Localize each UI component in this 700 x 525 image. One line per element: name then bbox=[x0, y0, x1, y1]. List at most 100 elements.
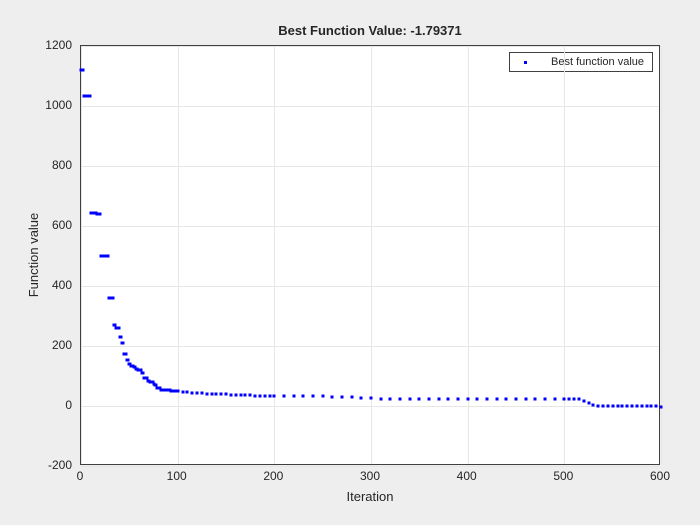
data-point bbox=[606, 405, 609, 408]
data-point bbox=[631, 405, 634, 408]
data-point bbox=[582, 399, 585, 402]
data-point bbox=[418, 397, 421, 400]
data-point bbox=[466, 398, 469, 401]
grid-line-v bbox=[274, 46, 275, 464]
data-point bbox=[437, 397, 440, 400]
data-point bbox=[616, 405, 619, 408]
y-tick-label: 600 bbox=[32, 218, 72, 232]
data-point bbox=[534, 398, 537, 401]
data-point bbox=[370, 397, 373, 400]
x-tick-label: 0 bbox=[77, 469, 84, 483]
data-point bbox=[273, 394, 276, 397]
data-point bbox=[568, 398, 571, 401]
data-point bbox=[254, 394, 257, 397]
x-tick-label: 500 bbox=[553, 469, 573, 483]
x-tick-label: 300 bbox=[360, 469, 380, 483]
data-point bbox=[244, 394, 247, 397]
grid-line-h bbox=[81, 226, 659, 227]
chart-title: Best Function Value: -1.79371 bbox=[278, 23, 462, 38]
data-point bbox=[602, 405, 605, 408]
x-tick-label: 400 bbox=[457, 469, 477, 483]
data-point bbox=[428, 397, 431, 400]
data-point bbox=[229, 393, 232, 396]
data-point bbox=[597, 405, 600, 408]
x-tick-label: 200 bbox=[263, 469, 283, 483]
data-point bbox=[524, 398, 527, 401]
data-point bbox=[650, 405, 653, 408]
grid-line-h bbox=[81, 466, 659, 467]
data-point bbox=[635, 405, 638, 408]
y-tick-label: 1200 bbox=[32, 38, 72, 52]
grid-line-v bbox=[81, 46, 82, 464]
data-point bbox=[592, 404, 595, 407]
data-point bbox=[476, 398, 479, 401]
data-point bbox=[577, 398, 580, 401]
data-point bbox=[191, 391, 194, 394]
data-point bbox=[655, 405, 658, 408]
data-point bbox=[181, 390, 184, 393]
data-point bbox=[176, 390, 179, 393]
data-point bbox=[205, 392, 208, 395]
data-point bbox=[312, 395, 315, 398]
data-point bbox=[117, 327, 120, 330]
grid-line-v bbox=[661, 46, 662, 464]
grid-line-h bbox=[81, 286, 659, 287]
y-tick-label: -200 bbox=[32, 458, 72, 472]
data-point bbox=[611, 405, 614, 408]
data-point bbox=[553, 398, 556, 401]
grid-line-v bbox=[564, 46, 565, 464]
grid-line-v bbox=[371, 46, 372, 464]
data-point bbox=[626, 405, 629, 408]
data-point bbox=[210, 393, 213, 396]
data-point bbox=[186, 391, 189, 394]
data-point bbox=[258, 394, 261, 397]
data-point bbox=[544, 398, 547, 401]
data-point bbox=[88, 94, 91, 97]
data-point bbox=[495, 398, 498, 401]
data-point bbox=[486, 398, 489, 401]
data-point bbox=[196, 391, 199, 394]
legend: Best function value bbox=[509, 52, 653, 72]
data-point bbox=[200, 392, 203, 395]
data-point bbox=[220, 393, 223, 396]
data-point bbox=[268, 394, 271, 397]
data-point bbox=[640, 405, 643, 408]
grid-line-v bbox=[468, 46, 469, 464]
data-point bbox=[111, 297, 114, 300]
x-tick-label: 100 bbox=[167, 469, 187, 483]
legend-marker-icon bbox=[524, 61, 527, 64]
data-point bbox=[119, 336, 122, 339]
data-point bbox=[127, 358, 130, 361]
data-point bbox=[302, 395, 305, 398]
data-point bbox=[239, 393, 242, 396]
data-point bbox=[399, 397, 402, 400]
grid-line-h bbox=[81, 46, 659, 47]
data-point bbox=[447, 397, 450, 400]
data-point bbox=[573, 398, 576, 401]
data-point bbox=[389, 397, 392, 400]
y-tick-label: 200 bbox=[32, 338, 72, 352]
figure: Best Function Value: -1.79371 Best funct… bbox=[0, 0, 700, 525]
data-point bbox=[457, 398, 460, 401]
data-point bbox=[505, 398, 508, 401]
data-point bbox=[321, 395, 324, 398]
x-axis-label: Iteration bbox=[347, 489, 394, 504]
data-point bbox=[379, 397, 382, 400]
y-tick-label: 0 bbox=[32, 398, 72, 412]
y-tick-label: 800 bbox=[32, 158, 72, 172]
data-point bbox=[99, 213, 102, 216]
data-point bbox=[249, 394, 252, 397]
data-point bbox=[587, 402, 590, 405]
data-point bbox=[215, 393, 218, 396]
y-tick-label: 1000 bbox=[32, 98, 72, 112]
data-point bbox=[121, 342, 124, 345]
data-point bbox=[408, 397, 411, 400]
grid-line-h bbox=[81, 346, 659, 347]
y-tick-label: 400 bbox=[32, 278, 72, 292]
grid-line-h bbox=[81, 406, 659, 407]
data-point bbox=[81, 69, 84, 72]
data-point bbox=[141, 372, 144, 375]
data-point bbox=[645, 405, 648, 408]
data-point bbox=[292, 395, 295, 398]
grid-line-h bbox=[81, 106, 659, 107]
